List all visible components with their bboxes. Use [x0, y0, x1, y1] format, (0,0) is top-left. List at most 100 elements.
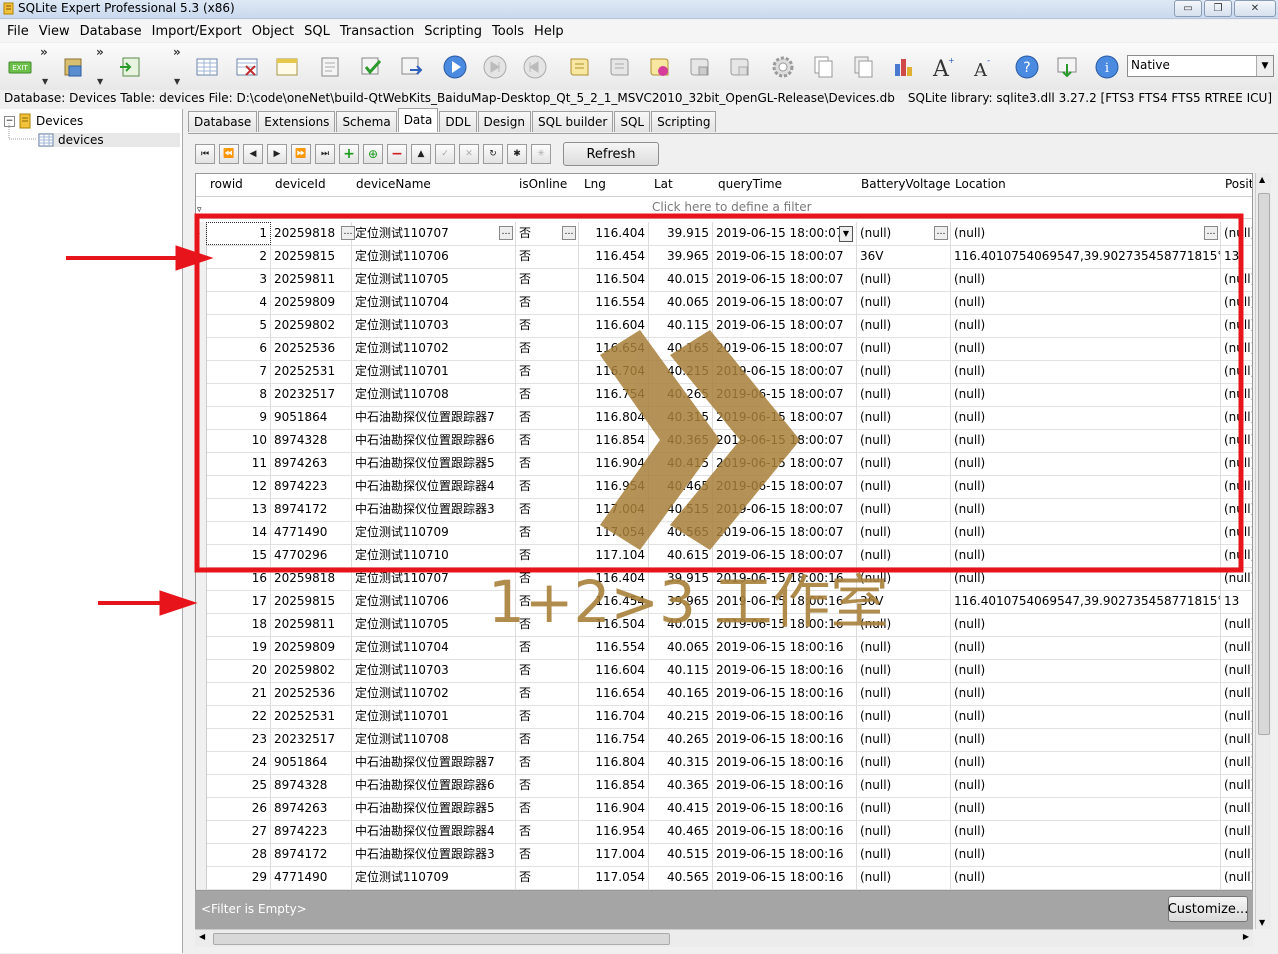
cell-location[interactable]: (null)	[951, 406, 1221, 429]
cell-device-id[interactable]: 20252531	[271, 360, 352, 383]
cell-location[interactable]: (null)	[951, 268, 1221, 291]
back-icon[interactable]	[521, 53, 549, 81]
column-header[interactable]: queryTime	[718, 177, 782, 191]
settings-icon[interactable]	[769, 53, 797, 81]
cell-lat[interactable]: 40.515	[649, 843, 713, 866]
cell-rowid[interactable]: 17	[206, 590, 271, 613]
cell-position[interactable]: (null)	[1221, 521, 1252, 544]
cell-location[interactable]: (null)	[951, 521, 1221, 544]
menu-transaction[interactable]: Transaction	[335, 24, 419, 39]
cell-lng[interactable]: 116.754	[579, 728, 649, 751]
cell-device-name[interactable]: 中石油勘探仪位置跟踪器6	[352, 774, 516, 797]
table-row[interactable]: 12 8974223 中石油勘探仪位置跟踪器4 否 116.954 40.465 2019-…	[196, 475, 1252, 499]
cell-rowid[interactable]: 6	[206, 337, 271, 360]
cell-rowid[interactable]: 21	[206, 682, 271, 705]
cell-position[interactable]: (null)	[1221, 498, 1252, 521]
cell-lat[interactable]: 40.065	[649, 636, 713, 659]
cell-rowid[interactable]: 3	[206, 268, 271, 291]
cell-lat[interactable]: 40.315	[649, 751, 713, 774]
cell-rowid[interactable]: 7	[206, 360, 271, 383]
cell-is-online[interactable]: 否	[516, 567, 579, 590]
cell-location[interactable]: (null)	[951, 636, 1221, 659]
cell-location[interactable]: (null)	[951, 843, 1221, 866]
cell-rowid[interactable]: 23	[206, 728, 271, 751]
cell-lng[interactable]: 116.654	[579, 682, 649, 705]
cell-location[interactable]: (null)	[951, 383, 1221, 406]
cell-is-online[interactable]: 否	[516, 659, 579, 682]
cell-lng[interactable]: 116.554	[579, 636, 649, 659]
cell-lng[interactable]: 116.754	[579, 383, 649, 406]
cell-device-id[interactable]: 8974223	[271, 475, 352, 498]
table-row[interactable]: 26 8974263 中石油勘探仪位置跟踪器5 否 116.904 40.415 2019-…	[196, 797, 1252, 821]
cell-lat[interactable]: 40.465	[649, 820, 713, 843]
cell-location[interactable]: (null)	[951, 866, 1221, 889]
cell-rowid[interactable]: 2	[206, 245, 271, 268]
cell-battery-voltage[interactable]: (null)	[857, 475, 951, 498]
cell-device-name[interactable]: 中石油勘探仪位置跟踪器3	[352, 498, 516, 521]
drop-table-icon[interactable]	[233, 53, 261, 81]
table-row[interactable]: 3 20259811 定位测试110705 否 116.504 40.015 2019-06…	[196, 268, 1252, 292]
cell-battery-voltage[interactable]: (null)	[857, 360, 951, 383]
cell-lng[interactable]: 116.454	[579, 245, 649, 268]
column-header[interactable]: Lat	[654, 177, 673, 191]
cell-location[interactable]: 116.4010754069547,39.902735458771815°	[951, 245, 1221, 268]
new-view-icon[interactable]	[273, 53, 301, 81]
table-row[interactable]: 27 8974223 中石油勘探仪位置跟踪器4 否 116.954 40.465 2019-…	[196, 820, 1252, 844]
cell-battery-voltage[interactable]: (null)	[857, 383, 951, 406]
cell-rowid[interactable]: 22	[206, 705, 271, 728]
font-increase-icon[interactable]: A +	[929, 53, 957, 81]
minimize-icon[interactable]: ▭	[1174, 0, 1202, 17]
cell-device-id[interactable]: 8974263	[271, 797, 352, 820]
cell-position[interactable]: 13	[1221, 590, 1252, 613]
cell-lng[interactable]: 116.454	[579, 590, 649, 613]
cell-rowid[interactable]: 4	[206, 291, 271, 314]
cell-is-online[interactable]: 否	[516, 268, 579, 291]
cell-position[interactable]: (null)	[1221, 613, 1252, 636]
cell-rowid[interactable]: 18	[206, 613, 271, 636]
cell-battery-voltage[interactable]: (null)	[857, 751, 951, 774]
cell-lat[interactable]: 39.915	[649, 222, 713, 245]
cell-lng[interactable]: 117.054	[579, 866, 649, 889]
cell-query-time[interactable]: 2019-06-15 18:00:16	[713, 590, 857, 613]
cell-battery-voltage[interactable]: (null)	[857, 613, 951, 636]
cell-device-id[interactable]: 20259802	[271, 659, 352, 682]
tab-sql-builder[interactable]: SQL builder	[531, 111, 614, 132]
maximize-icon[interactable]: ❐	[1204, 0, 1232, 17]
star-icon[interactable]: ✳	[531, 144, 551, 164]
table-row[interactable]: 16 20259818 定位测试110707 否 116.404 39.915 2019-0…	[196, 567, 1252, 591]
cell-device-id[interactable]: 20259815	[271, 590, 352, 613]
cell-is-online[interactable]: 否	[516, 613, 579, 636]
scroll-thumb[interactable]	[213, 933, 670, 945]
table-row[interactable]: 5 20259802 定位测试110703 否 116.604 40.115 2019-06…	[196, 314, 1252, 338]
detach-icon[interactable]	[725, 53, 753, 81]
cell-is-online[interactable]: 否	[516, 590, 579, 613]
menu-view[interactable]: View	[34, 24, 75, 39]
cell-location[interactable]: (null)	[951, 452, 1221, 475]
cell-device-name[interactable]: 定位测试110709	[352, 866, 516, 889]
table-row[interactable]: 17 20259815 定位测试110706 否 116.454 39.965 2019-0…	[196, 590, 1252, 614]
cell-device-name[interactable]: 中石油勘探仪位置跟踪器7	[352, 406, 516, 429]
new-table-icon[interactable]	[193, 53, 221, 81]
cell-position[interactable]: (null)	[1221, 291, 1252, 314]
up-icon[interactable]: ▲	[411, 144, 431, 164]
ellipsis-button[interactable]: …	[934, 226, 948, 240]
table-row[interactable]: 10 8974328 中石油勘探仪位置跟踪器6 否 116.854 40.365 2019-…	[196, 429, 1252, 453]
cell-is-online[interactable]: 否	[516, 774, 579, 797]
cell-device-name[interactable]: 定位测试110706	[352, 590, 516, 613]
cell-query-time[interactable]: 2019-06-15 18:00:07	[713, 452, 857, 475]
cell-position[interactable]: (null)	[1221, 337, 1252, 360]
cell-battery-voltage[interactable]: (null)	[857, 452, 951, 475]
cell-lat[interactable]: 40.365	[649, 774, 713, 797]
cell-lng[interactable]: 116.404	[579, 567, 649, 590]
cell-device-name[interactable]: 定位测试110707	[352, 567, 516, 590]
cell-lat[interactable]: 40.015	[649, 613, 713, 636]
check-icon[interactable]	[357, 53, 385, 81]
cell-device-id[interactable]: 20259818	[271, 222, 352, 245]
table-row[interactable]: 18 20259811 定位测试110705 否 116.504 40.015 2019-0…	[196, 613, 1252, 637]
cell-battery-voltage[interactable]: (null)	[857, 544, 951, 567]
cell-lng[interactable]: 116.904	[579, 797, 649, 820]
cell-battery-voltage[interactable]: (null)	[857, 498, 951, 521]
cell-position[interactable]: (null)	[1221, 866, 1252, 889]
cell-location[interactable]: 116.4010754069547,39.902735458771815°	[951, 590, 1221, 613]
cell-lng[interactable]: 116.654	[579, 337, 649, 360]
